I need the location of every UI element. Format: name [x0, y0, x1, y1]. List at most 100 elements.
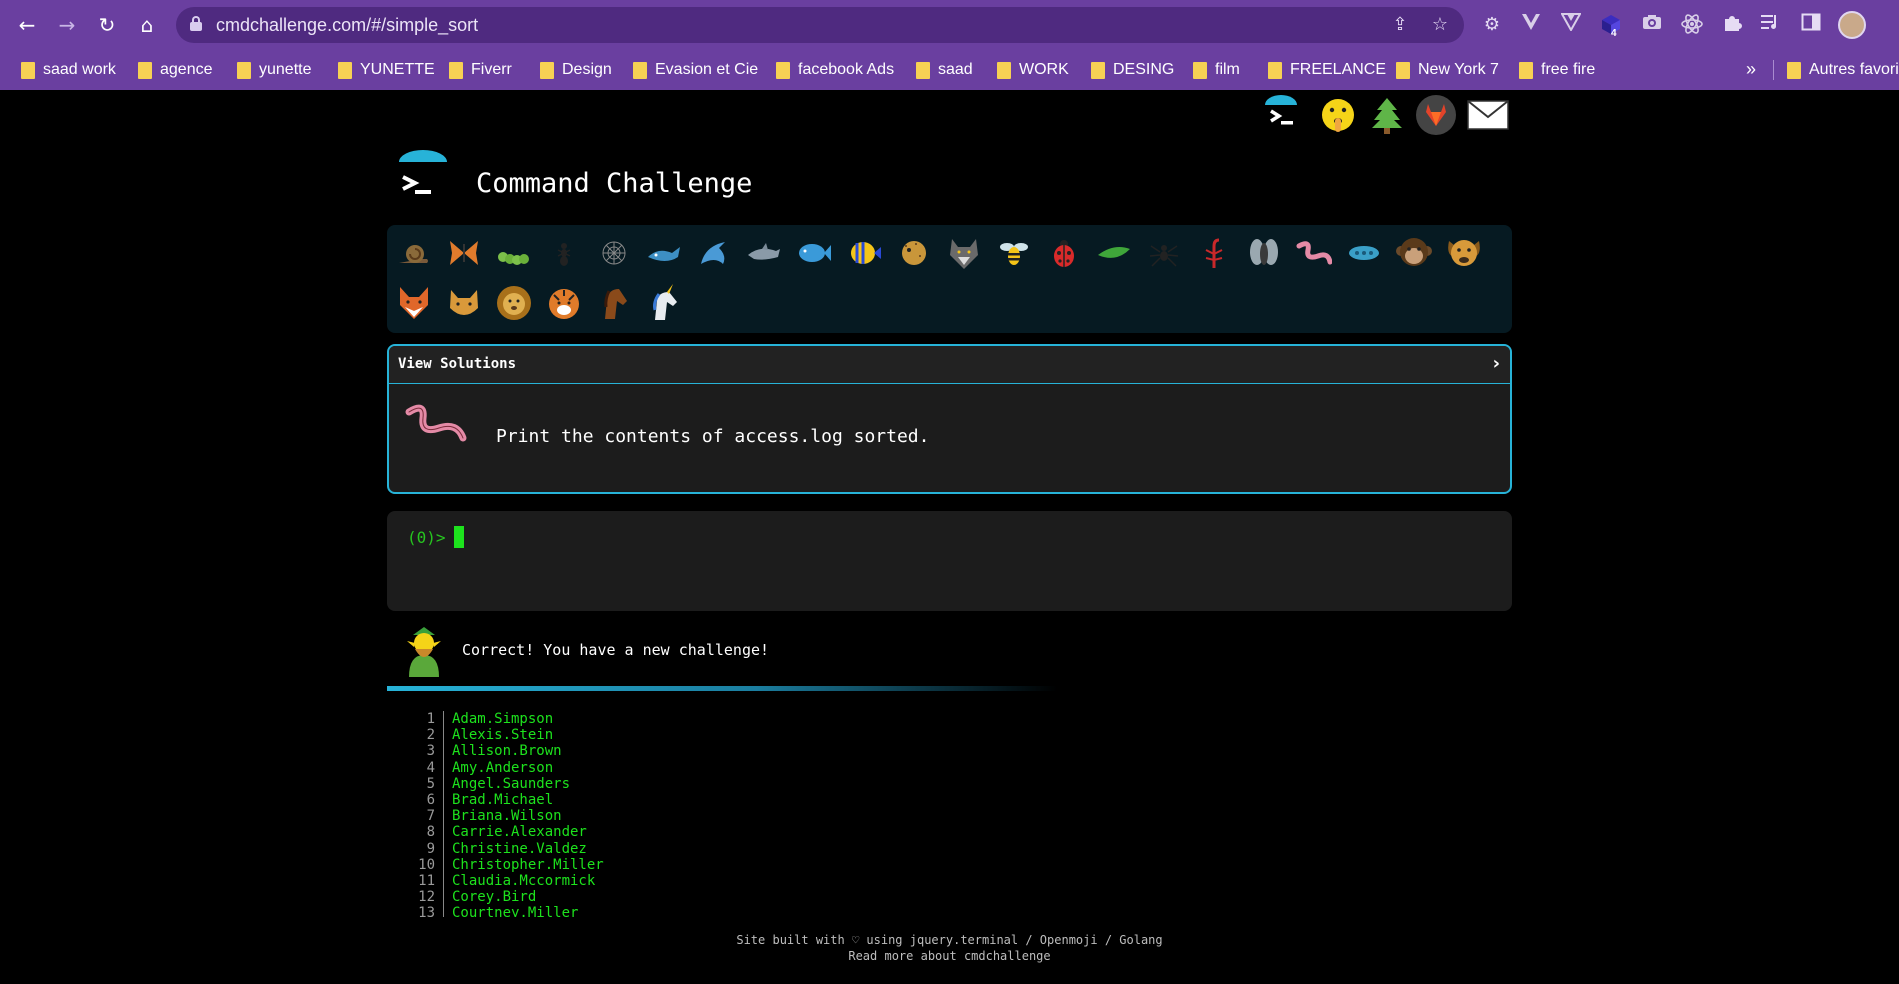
feedback-message: Correct! You have a new challenge! — [462, 641, 770, 659]
scorpion-icon[interactable] — [1194, 233, 1234, 273]
challenge-description: Print the contents of access.log sorted. — [496, 426, 930, 447]
bookmark-folder[interactable]: New York 7 — [1396, 50, 1499, 90]
output-line: 5 Angel.Saunders — [400, 775, 1100, 792]
line-number: 6 — [400, 791, 444, 809]
read-more-link[interactable]: Read more about cmdchallenge — [0, 948, 1899, 964]
lock-icon[interactable] — [190, 16, 202, 31]
line-number: 13 — [400, 905, 444, 917]
camera-icon[interactable] — [1640, 13, 1664, 37]
bookmark-folder[interactable]: Evasion et Cie — [633, 50, 758, 90]
bookmark-folder[interactable]: free fire — [1519, 50, 1595, 90]
view-solutions-toggle[interactable]: View Solutions › — [389, 346, 1510, 384]
terminal-logo-icon[interactable] — [1258, 92, 1304, 138]
spider-web-icon[interactable] — [594, 233, 634, 273]
bookmark-star-icon[interactable]: ☆ — [1429, 14, 1451, 36]
command-output: 1 Adam.Simpson 2 Alexis.Stein 3 Allison.Bro… — [400, 711, 1100, 917]
bookmark-folder[interactable]: agence — [138, 50, 213, 90]
address-bar[interactable]: cmdchallenge.com/#/simple_sort ⇪ ☆ — [176, 7, 1464, 43]
tree-icon[interactable] — [1364, 92, 1410, 138]
worm-icon — [403, 402, 471, 452]
bee-icon[interactable] — [994, 233, 1034, 273]
footer-credits: Site built with ♡ using jquery.terminal … — [736, 933, 1163, 947]
spider-icon[interactable] — [1144, 233, 1184, 273]
bookmarks-bar: saad work agence yunette YUNETTE Fiverr … — [0, 50, 1899, 90]
blowfish-icon[interactable] — [894, 233, 934, 273]
ant-icon[interactable] — [544, 233, 584, 273]
output-text: Christopher.Miller — [452, 856, 604, 873]
profile-avatar[interactable] — [1838, 11, 1866, 39]
bookmark-folder[interactable]: saad — [916, 50, 973, 90]
cat-icon[interactable] — [444, 283, 484, 323]
unicorn-icon[interactable] — [644, 283, 684, 323]
output-line: 9 Christine.Valdez — [400, 840, 1100, 857]
chevron-right-icon[interactable]: › — [1493, 353, 1500, 374]
bookmark-folder[interactable]: film — [1193, 50, 1240, 90]
output-text: Alexis.Stein — [452, 727, 554, 744]
wolf-icon[interactable] — [944, 233, 984, 273]
back-icon[interactable]: ← — [13, 11, 41, 39]
ladybug-icon[interactable] — [1044, 233, 1084, 273]
bookmark-folder[interactable]: DESING — [1091, 50, 1174, 90]
bookmark-folder[interactable]: Design — [540, 50, 612, 90]
line-number: 8 — [400, 824, 444, 841]
butterfly-icon[interactable] — [444, 233, 484, 273]
worm-icon[interactable] — [1294, 233, 1334, 273]
caterpillar-icon[interactable] — [494, 233, 534, 273]
folder-icon — [449, 61, 463, 79]
react-atom-icon[interactable] — [1680, 13, 1704, 37]
progress-bar — [387, 686, 1057, 691]
folder-icon — [1396, 61, 1410, 79]
dolphin-jump-icon[interactable] — [694, 233, 734, 273]
fish-icon[interactable] — [794, 233, 834, 273]
reload-icon[interactable]: ↻ — [93, 11, 121, 39]
url-text[interactable]: cmdchallenge.com/#/simple_sort — [216, 15, 478, 36]
forward-icon[interactable]: → — [53, 11, 81, 39]
bookmark-folder[interactable]: YUNETTE — [338, 50, 435, 90]
output-text: Adam.Simpson — [452, 711, 554, 727]
gitlab-icon[interactable] — [1413, 92, 1459, 138]
folder-icon — [338, 61, 352, 79]
share-icon[interactable]: ⇪ — [1389, 14, 1411, 36]
line-number: 10 — [400, 856, 444, 873]
fox-icon[interactable] — [394, 283, 434, 323]
whale-icon[interactable] — [644, 233, 684, 273]
bookmark-folder[interactable]: saad work — [21, 50, 116, 90]
challenge-card: View Solutions › Print the contents of a… — [387, 344, 1512, 494]
page-title: Command Challenge — [476, 168, 753, 199]
gear-extension-icon[interactable]: ⚙ — [1480, 13, 1504, 37]
other-bookmarks[interactable]: Autres favori — [1787, 50, 1899, 90]
side-panel-icon[interactable] — [1799, 13, 1823, 37]
view-solutions-label: View Solutions — [398, 356, 517, 372]
media-queue-icon[interactable] — [1759, 13, 1783, 37]
bookmark-folder[interactable]: FREELANCE — [1268, 50, 1386, 90]
terminal-input[interactable]: (0)> — [387, 511, 1512, 611]
folder-icon — [1091, 61, 1105, 79]
line-number: 7 — [400, 808, 444, 825]
terminal-prompt: (0)> — [407, 528, 446, 547]
tropical-fish-icon[interactable] — [844, 233, 884, 273]
shushing-face-icon[interactable] — [1315, 92, 1361, 138]
puzzle-icon[interactable] — [1720, 13, 1744, 37]
horse-icon[interactable] — [594, 283, 634, 323]
home-icon[interactable]: ⌂ — [133, 11, 161, 39]
bookmark-folder[interactable]: yunette — [237, 50, 311, 90]
microbe-icon[interactable] — [1344, 233, 1384, 273]
envelope-icon[interactable] — [1465, 92, 1511, 138]
bookmark-folder[interactable]: WORK — [997, 50, 1069, 90]
dolphin-icon[interactable] — [744, 233, 784, 273]
monkey-icon[interactable] — [1394, 233, 1434, 273]
lion-icon[interactable] — [494, 283, 534, 323]
elf-icon — [403, 625, 445, 677]
pea-pod-icon[interactable] — [1094, 233, 1134, 273]
dog-icon[interactable] — [1444, 233, 1484, 273]
fly-icon[interactable] — [1244, 233, 1284, 273]
output-line: 6 Brad.Michael — [400, 791, 1100, 809]
vue-triangle-icon[interactable] — [1559, 13, 1583, 37]
snail-icon[interactable] — [394, 233, 434, 273]
bookmarks-overflow-icon[interactable]: » — [1746, 59, 1756, 80]
bookmark-folder[interactable]: facebook Ads — [776, 50, 894, 90]
tiger-icon[interactable] — [544, 283, 584, 323]
bookmark-folder[interactable]: Fiverr — [449, 50, 512, 90]
vuetify-triangle-icon[interactable] — [1519, 13, 1543, 37]
folder-icon — [21, 61, 35, 79]
